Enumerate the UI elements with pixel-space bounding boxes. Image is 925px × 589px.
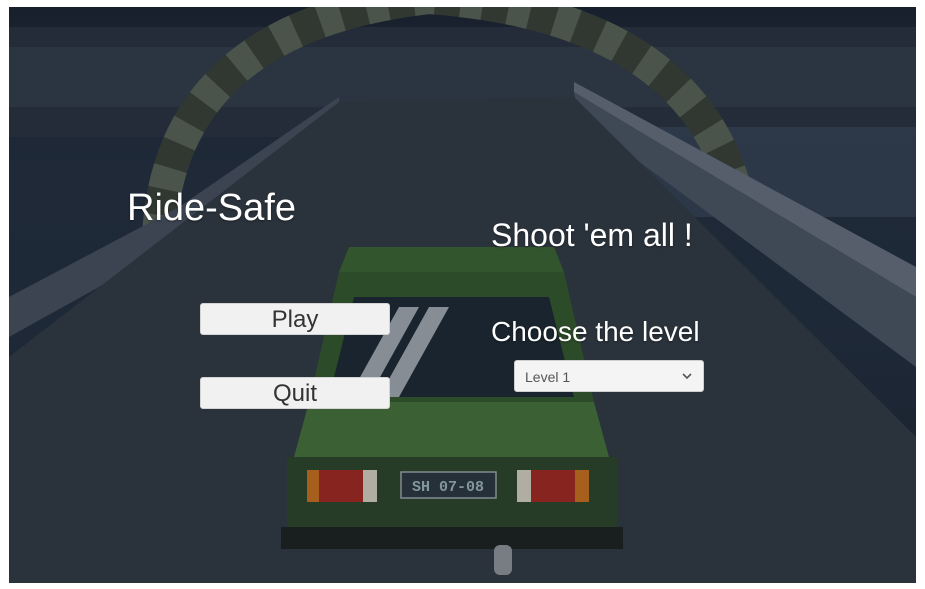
level-prompt: Choose the level	[491, 316, 700, 347]
level-dropdown[interactable]: Level 1	[514, 360, 704, 392]
game-viewport: SH 07-08 Ride-Safe Shoot 'em all ! Play …	[9, 7, 916, 583]
play-button[interactable]: Play	[200, 303, 390, 335]
quit-button[interactable]: Quit	[200, 377, 390, 409]
game-title: Ride-Safe	[127, 187, 296, 229]
chevron-down-icon	[682, 373, 692, 380]
game-scene: SH 07-08	[9, 7, 916, 583]
level-dropdown-value: Level 1	[525, 369, 571, 385]
tagline: Shoot 'em all !	[491, 217, 693, 253]
scene-dim-overlay	[9, 7, 916, 583]
